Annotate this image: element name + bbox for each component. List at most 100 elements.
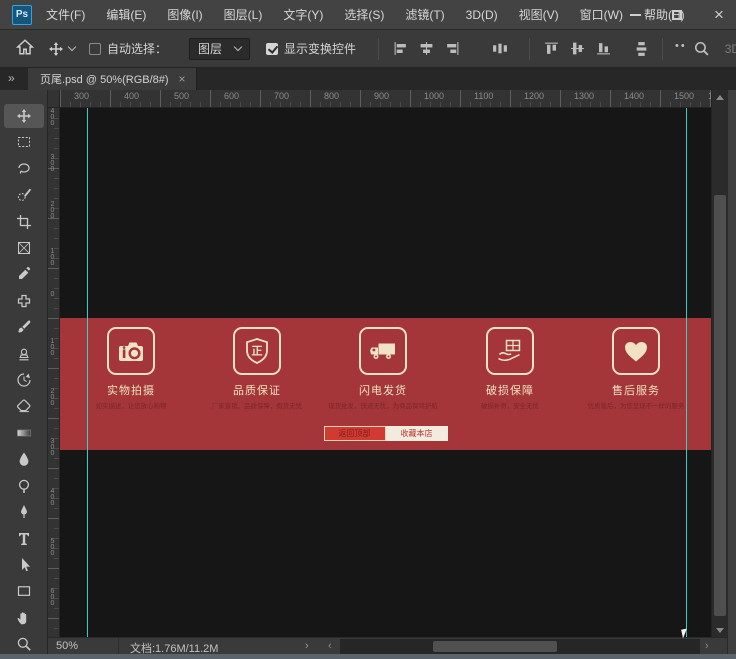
banner-item-title: 闪电发货 [320,382,446,398]
footer-banner-artwork: 实物拍摄如实描述，让您放心购物正品质保证厂家直销，品质保障，假货无忧闪电发货现货… [60,318,711,450]
scroll-up-button[interactable] [712,90,728,104]
pen-tool-icon [16,504,32,520]
quick-selection-tool[interactable] [4,183,44,207]
menu-item-edit[interactable]: 编辑(E) [106,6,146,23]
frame-tool[interactable] [4,236,44,260]
horizontal-scrollbar-thumb[interactable] [433,641,557,652]
menu-item-view[interactable]: 视图(V) [519,6,559,23]
path-selection-tool[interactable] [4,553,44,577]
pen-tool[interactable] [4,500,44,524]
distribute-vertical-button[interactable] [630,38,652,60]
align-vertical-centers-button[interactable] [566,38,588,60]
close-icon: × [714,10,724,20]
separator [662,38,663,60]
dodge-tool[interactable] [4,474,44,498]
document-tab-label: 页尾.psd @ 50%(RGB/8#) [40,71,169,87]
type-tool[interactable] [4,526,44,550]
menu-item-3d[interactable]: 3D(D) [466,8,498,22]
mode-3d-button[interactable]: 3D 模式 [725,40,736,57]
spot-healing-tool[interactable] [4,289,44,313]
align-horizontal-centers-button[interactable] [415,38,437,60]
ruler-label: 0 [49,291,56,297]
arrow-up-icon [716,95,724,100]
distribute-horizontal-button[interactable] [489,38,511,60]
maximize-button[interactable] [666,6,688,24]
panel-collapse-button[interactable]: » [8,71,14,85]
rectangular-marquee-tool[interactable] [4,130,44,154]
hand-tool[interactable] [4,606,44,630]
gradient-tool-icon [16,425,32,441]
blur-tool[interactable] [4,447,44,471]
close-button[interactable]: × [708,6,730,24]
eraser-tool[interactable] [4,394,44,418]
more-options-icon[interactable]: •• [675,40,687,52]
tools-panel [0,90,48,659]
ruler-label: 100 [49,338,56,356]
lasso-tool[interactable] [4,157,44,181]
panel-dock-edge [727,90,736,654]
menu-item-layer[interactable]: 图层(L) [224,6,263,23]
ruler-label: 300 [49,154,56,172]
menu-item-file[interactable]: 文件(F) [46,6,85,23]
menu-item-window[interactable]: 窗口(W) [580,6,623,23]
document-tab[interactable]: 页尾.psd @ 50%(RGB/8#) × [28,68,197,90]
align-bottom-edges-button[interactable] [592,38,614,60]
auto-select-checkbox[interactable]: 自动选择： [89,40,167,57]
checkbox-icon [266,43,278,55]
scroll-right-button[interactable]: › [705,640,709,652]
ruler-label: 800 [324,91,339,101]
banner-item-subtitle: 优质售后，为您呈现不一样的服务 [578,401,694,410]
align-top-edges-button[interactable] [540,38,562,60]
rectangular-marquee-tool-icon [16,134,32,150]
crop-tool-icon [16,214,32,230]
horizontal-ruler[interactable]: 3004005006007008009001000110012001300140… [60,90,711,108]
menu-item-image[interactable]: 图像(I) [167,6,202,23]
vertical-scrollbar-thumb[interactable] [714,195,726,616]
ruler-label: 500 [174,91,189,101]
ruler-origin-corner [48,90,60,108]
eyedropper-tool[interactable] [4,262,44,286]
auto-select-label: 自动选择： [107,40,167,57]
menu-item-select[interactable]: 选择(S) [344,6,384,23]
minimize-button[interactable] [624,6,646,24]
auto-select-target-dropdown[interactable]: 图层 [189,38,250,60]
brush-tool-icon [16,319,32,335]
gradient-tool[interactable] [4,421,44,445]
history-brush-tool[interactable] [4,368,44,392]
spot-healing-tool-icon [16,293,32,309]
clone-stamp-tool[interactable] [4,342,44,366]
banner-item-subtitle: 现货批发，快递无忧，为商品保驾护航 [325,401,441,410]
banner-item-title: 售后服务 [573,382,699,398]
horizontal-scrollbar[interactable] [340,639,700,654]
vertical-ruler[interactable]: 4003002001000100200300400500600 [48,108,60,637]
tab-close-icon[interactable]: × [179,72,186,86]
align-right-edges-button[interactable] [441,38,463,60]
align-left-edges-button[interactable] [389,38,411,60]
crop-tool[interactable] [4,210,44,234]
banner-item-subtitle: 破损补寄，安全无忧 [452,401,568,410]
document-canvas[interactable]: 实物拍摄如实描述，让您放心购物正品质保证厂家直销，品质保障，假货无忧闪电发货现货… [60,108,711,637]
scroll-down-button[interactable] [712,623,728,637]
menu-item-type[interactable]: 文字(Y) [283,6,323,23]
guide-line[interactable] [686,108,687,637]
vertical-scrollbar[interactable] [711,90,727,637]
move-tool-preset-button[interactable] [48,41,75,57]
move-tool[interactable] [4,104,44,128]
rectangle-tool[interactable] [4,579,44,603]
zoom-level-field[interactable]: 50% [56,640,78,652]
history-brush-tool-icon [16,372,32,388]
checkbox-icon [89,43,101,55]
show-transform-checkbox[interactable]: 显示变换控件 [266,40,356,57]
scroll-left-button[interactable]: ‹ [328,640,332,652]
brush-tool[interactable] [4,315,44,339]
photoshop-window: Ps 文件(F)编辑(E)图像(I)图层(L)文字(Y)选择(S)滤镜(T)3D… [0,0,736,659]
home-button[interactable] [16,38,34,59]
status-popup-arrow[interactable]: › [305,640,309,652]
menu-item-filter[interactable]: 滤镜(T) [405,6,444,23]
search-button[interactable] [691,38,713,60]
tool-options-bar: 自动选择： 图层 显示变换控件 •• 3D 模式 [0,30,736,68]
align-top-icon [544,41,559,56]
ruler-label: 300 [49,438,56,456]
guide-line[interactable] [87,108,88,637]
zoom-tool[interactable] [4,632,44,656]
